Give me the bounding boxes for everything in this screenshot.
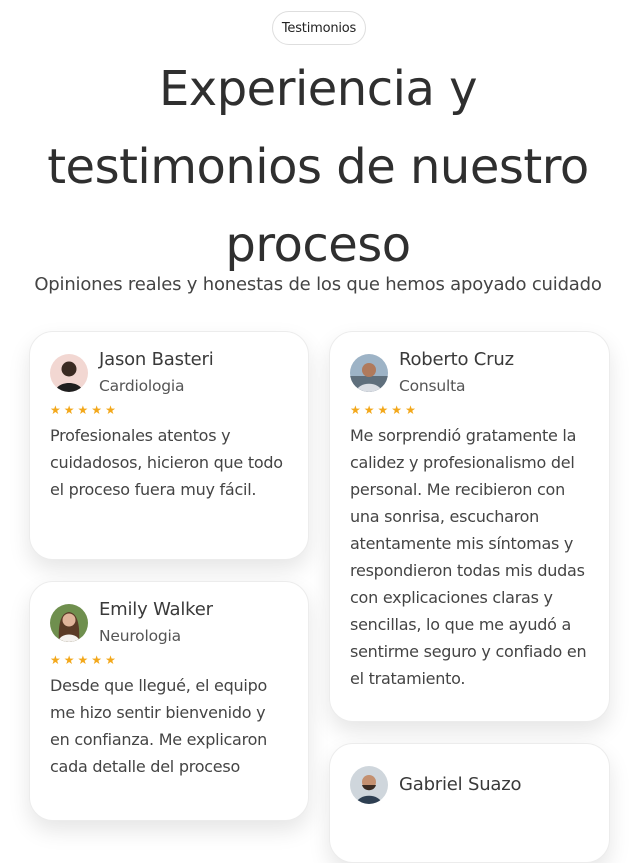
author-name: Emily Walker: [99, 599, 213, 620]
testimonial-card: Jason Basteri Cardiologia ★ ★ ★ ★ ★ Prof…: [29, 331, 309, 560]
star-icon: ★: [50, 403, 61, 417]
star-icon: ★: [77, 653, 89, 667]
author-specialty: Consulta: [399, 377, 466, 395]
star-icon: ★: [91, 653, 103, 667]
testimonial-card: Gabriel Suazo: [329, 743, 610, 863]
avatar: [50, 604, 88, 642]
star-icon: ★: [105, 403, 116, 417]
testimonial-header: Gabriel Suazo: [350, 766, 589, 804]
author-info: Gabriel Suazo: [399, 774, 522, 796]
star-icon: ★: [350, 403, 361, 417]
star-icon: ★: [50, 653, 61, 667]
avatar: [350, 354, 388, 392]
title-line-3: proceso: [225, 217, 411, 273]
testimonial-text: Profesionales atentos y cuidadosos, hici…: [50, 426, 283, 499]
testimonial-header: Roberto Cruz Consulta: [350, 349, 589, 395]
testimonial-card: Emily Walker Neurologia ★ ★ ★ ★ ★ Desde …: [29, 581, 309, 821]
star-icon: ★: [63, 653, 75, 667]
author-info: Emily Walker Neurologia: [99, 599, 213, 647]
author-name: Jason Basteri: [99, 349, 214, 370]
star-icon: ★: [405, 403, 416, 417]
author-specialty: Cardiologia: [99, 377, 185, 395]
rating-stars: ★ ★ ★ ★ ★: [50, 652, 288, 668]
title-line-2: testimonios de nuestro: [47, 139, 589, 195]
author-specialty: Neurologia: [99, 627, 181, 645]
rating-stars: ★ ★ ★ ★ ★: [50, 402, 288, 418]
star-icon: ★: [363, 403, 375, 417]
avatar: [350, 766, 388, 804]
rating-stars: ★ ★ ★ ★ ★: [350, 402, 589, 418]
star-icon: ★: [77, 403, 89, 417]
section-title: Experiencia y testimonios de nuestro pro…: [0, 50, 636, 284]
star-icon: ★: [377, 403, 389, 417]
star-icon: ★: [91, 403, 103, 417]
section-badge: Testimonios: [272, 11, 366, 45]
testimonial-header: Jason Basteri Cardiologia: [50, 349, 288, 395]
star-icon: ★: [105, 653, 116, 667]
testimonial-header: Emily Walker Neurologia: [50, 599, 288, 645]
avatar: [50, 354, 88, 392]
author-name: Roberto Cruz: [399, 349, 514, 370]
testimonial-text: Me sorprendió gratamente la calidez y pr…: [350, 426, 587, 688]
author-name: Gabriel Suazo: [399, 774, 522, 795]
section-subtitle: Opiniones reales y honestas de los que h…: [34, 274, 602, 295]
star-icon: ★: [63, 403, 75, 417]
author-info: Roberto Cruz Consulta: [399, 349, 514, 397]
testimonial-text: Desde que llegué, el equipo me hizo sent…: [50, 676, 268, 776]
testimonial-card: Roberto Cruz Consulta ★ ★ ★ ★ ★ Me sorpr…: [329, 331, 610, 722]
author-info: Jason Basteri Cardiologia: [99, 349, 214, 397]
title-line-1: Experiencia y: [158, 61, 478, 117]
star-icon: ★: [391, 403, 403, 417]
